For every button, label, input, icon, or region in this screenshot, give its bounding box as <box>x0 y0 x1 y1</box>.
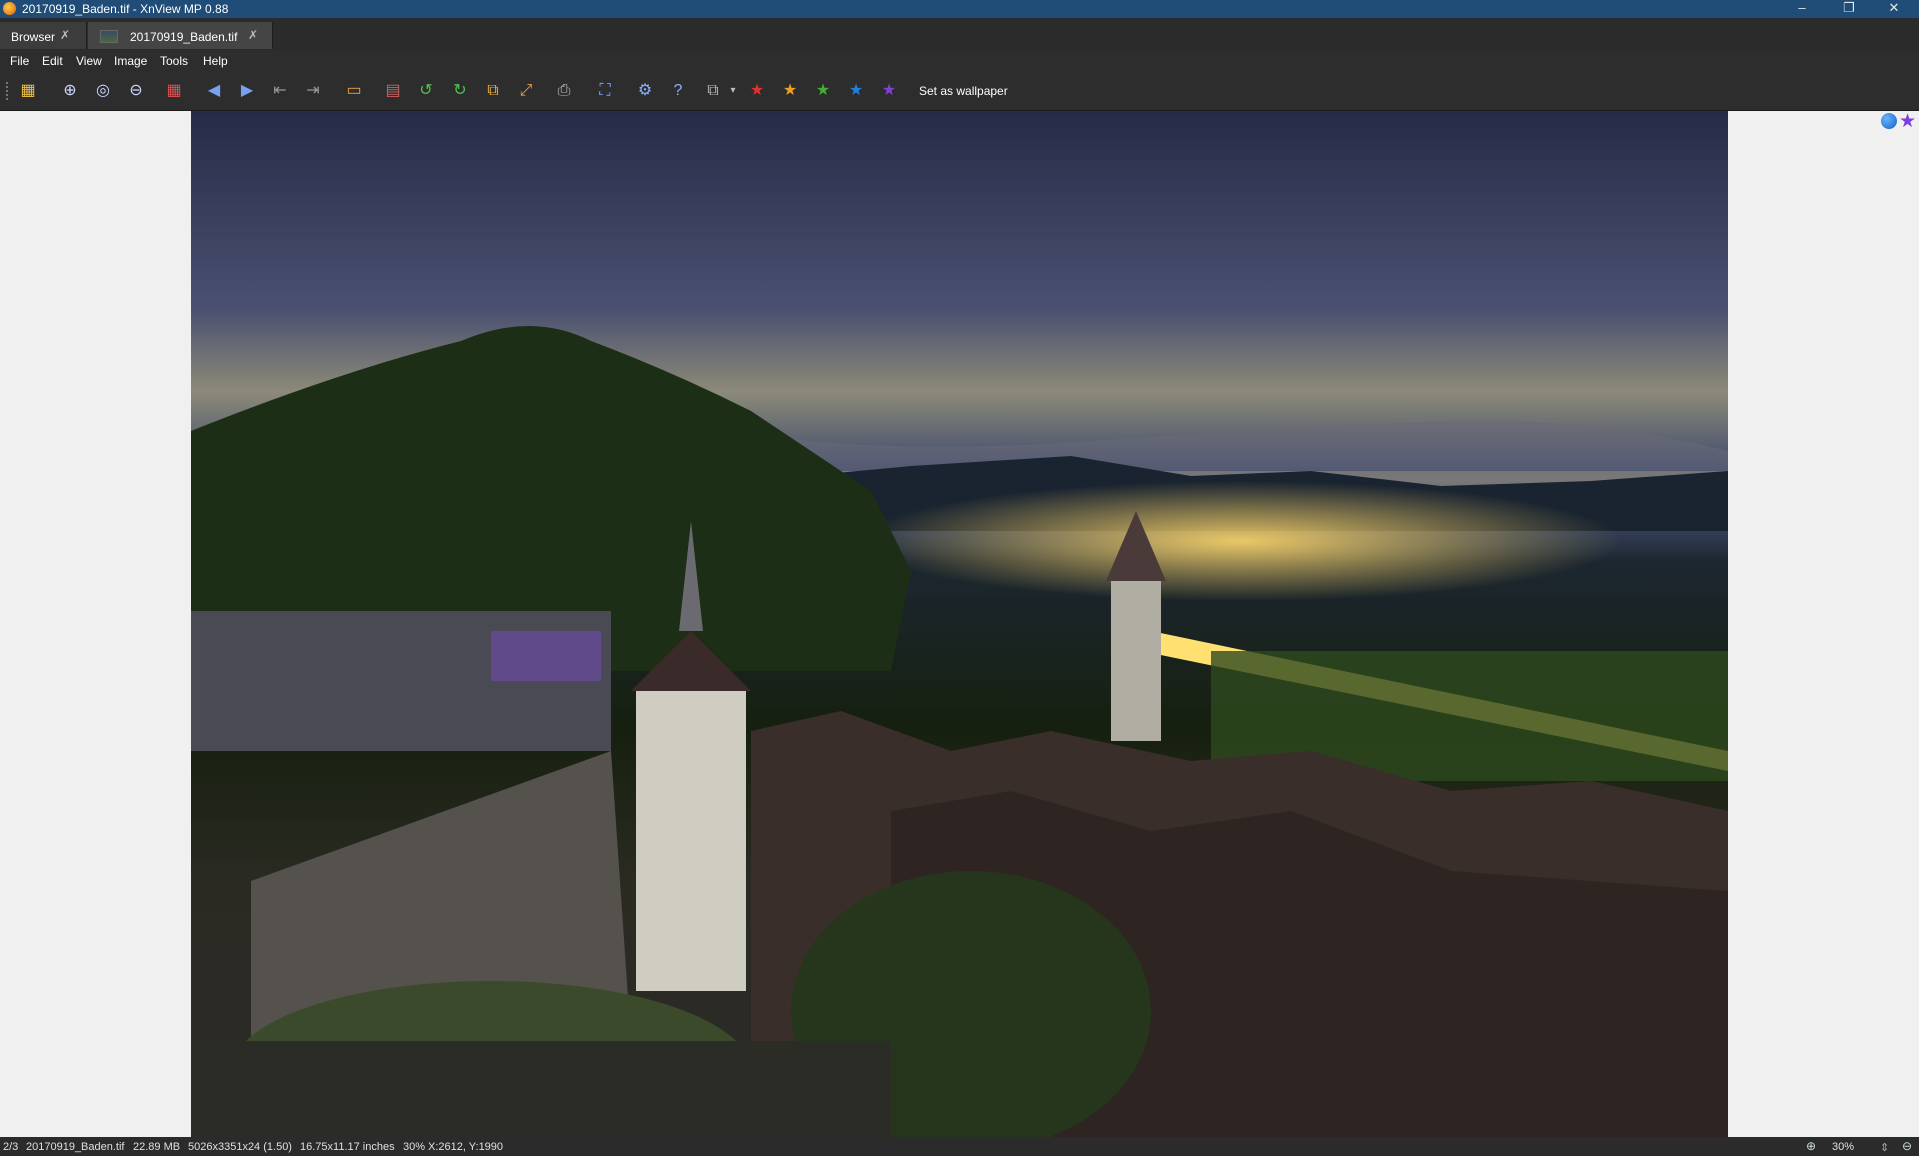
toolbar-grip[interactable] <box>6 82 11 100</box>
star-2-icon[interactable]: ★ <box>779 80 801 102</box>
settings-gear-icon[interactable]: ⚙ <box>634 80 656 102</box>
menu-help[interactable]: Help <box>203 54 228 68</box>
image-thumbnail-icon <box>100 30 118 43</box>
status-filename: 20170919_Baden.tif <box>26 1141 125 1153</box>
star-1-icon[interactable]: ★ <box>746 80 768 102</box>
photo-scene <box>191 111 1728 1137</box>
last-page-icon[interactable]: ⇥ <box>302 80 324 102</box>
color-label-icon[interactable] <box>1881 113 1897 129</box>
tab-bar: Browser ✗ 20170919_Baden.tif ✗ <box>0 18 1919 50</box>
rotate-left-icon[interactable]: ↺ <box>415 80 437 102</box>
fullscreen-icon[interactable]: ⛶ <box>594 80 616 102</box>
grid-icon[interactable]: ▦ <box>163 80 185 102</box>
status-filesize: 22.89 MB <box>133 1141 181 1153</box>
menu-tools[interactable]: Tools <box>160 54 188 68</box>
first-page-icon[interactable]: ⇤ <box>269 80 291 102</box>
star-5-icon[interactable]: ★ <box>878 80 900 102</box>
menu-bar: File Edit View Image Tools Help <box>0 50 1919 72</box>
status-zoom: 30% <box>403 1141 426 1153</box>
previous-arrow-icon[interactable]: ◀ <box>203 80 225 102</box>
zoom-in-icon[interactable]: ⊕ <box>1806 1139 1816 1153</box>
star-4-icon[interactable]: ★ <box>845 80 867 102</box>
status-zoom-level[interactable]: 30% <box>1832 1141 1854 1153</box>
chevron-down-icon[interactable]: ▾ <box>722 80 744 102</box>
zoom-fit-icon[interactable]: ◎ <box>92 80 114 102</box>
status-print-size: 16.75x11.17 inches <box>300 1141 395 1153</box>
slideshow-icon[interactable]: ▭ <box>343 80 365 102</box>
menu-edit[interactable]: Edit <box>42 54 63 68</box>
tab-image[interactable]: 20170919_Baden.tif ✗ <box>88 22 273 49</box>
rating-star-icon[interactable]: ★ <box>1899 110 1916 133</box>
tab-pin-icon[interactable]: ✗ <box>248 28 258 42</box>
image-viewer[interactable] <box>0 111 1919 1137</box>
tab-browser-label: Browser <box>11 30 56 44</box>
star-3-icon[interactable]: ★ <box>812 80 834 102</box>
zoom-out-icon[interactable]: ⊖ <box>125 80 147 102</box>
status-dimensions: 5026x3351x24 (1.50) <box>188 1141 292 1153</box>
menu-file[interactable]: File <box>10 54 29 68</box>
menu-image[interactable]: Image <box>114 54 147 68</box>
title-bar: 20170919_Baden.tif - XnView MP 0.88 – ❐ … <box>0 0 1919 18</box>
print-icon[interactable]: ⎙ <box>553 80 575 102</box>
tab-pin-icon[interactable]: ✗ <box>60 28 70 42</box>
rotate-right-icon[interactable]: ↻ <box>449 80 471 102</box>
close-button[interactable]: ✕ <box>1874 0 1914 18</box>
restore-button[interactable]: ❐ <box>1829 0 1869 18</box>
next-arrow-icon[interactable]: ▶ <box>236 80 258 102</box>
status-cursor-position: X:2612, Y:1990 <box>428 1141 504 1153</box>
minimize-button[interactable]: – <box>1782 0 1822 18</box>
help-icon[interactable]: ? <box>667 80 689 102</box>
zoom-in-icon[interactable]: ⊕ <box>59 80 81 102</box>
set-as-wallpaper-button[interactable]: Set as wallpaper <box>919 84 1008 98</box>
photo-baden-night[interactable] <box>191 111 1728 1137</box>
status-index: 2/3 <box>3 1141 19 1153</box>
window-title: 20170919_Baden.tif - XnView MP 0.88 <box>22 2 229 16</box>
overlay-icons: ★ <box>1879 111 1919 133</box>
tab-browser[interactable]: Browser ✗ <box>0 22 87 49</box>
toolbar: ▦ ⊕ ◎ ⊖ ▦ ◀ ▶ ⇤ ⇥ ▭ ▤ ↺ ↻ ⧉ ⤢ ⎙ ⛶ ⚙ ? ⧉ … <box>0 72 1919 111</box>
status-bar: 2/3 20170919_Baden.tif 22.89 MB 5026x335… <box>0 1137 1919 1156</box>
zoom-stepper-icon[interactable]: ⇕ <box>1880 1141 1889 1154</box>
zoom-out-icon[interactable]: ⊖ <box>1902 1139 1912 1153</box>
menu-view[interactable]: View <box>76 54 102 68</box>
browser-icon[interactable]: ▦ <box>17 80 39 102</box>
tab-image-label: 20170919_Baden.tif <box>130 30 238 44</box>
app-logo-icon <box>3 2 16 15</box>
resize-icon[interactable]: ⤢ <box>515 80 537 102</box>
share-icon[interactable]: ⧉ <box>702 80 724 102</box>
filmstrip-icon[interactable]: ▤ <box>382 80 404 102</box>
crop-icon[interactable]: ⧉ <box>482 80 504 102</box>
